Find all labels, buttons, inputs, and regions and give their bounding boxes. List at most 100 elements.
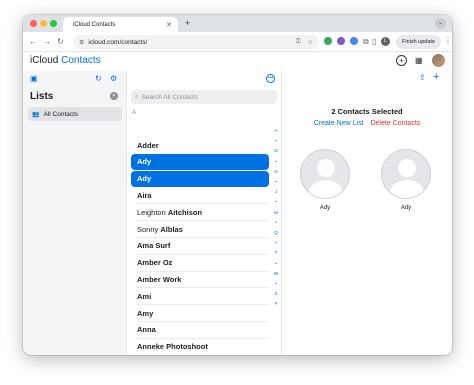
people-icon: 👥 xyxy=(32,111,40,118)
contact-first-name: Adder xyxy=(137,140,159,150)
selected-contact-card[interactable]: Ady xyxy=(299,149,351,211)
contact-last-name: Aitchison xyxy=(167,207,203,217)
site-info-icon[interactable]: ⚙ xyxy=(79,39,84,46)
search-field[interactable]: ⌕ xyxy=(131,90,277,104)
browser-window: iCloud Contacts ✕ + ⌄ ← → ↻ ⚙ icloud.com… xyxy=(23,15,452,355)
zoom-window-button[interactable] xyxy=(50,20,57,27)
delete-contacts-link[interactable]: Delete Contacts xyxy=(370,120,420,127)
contact-last-name: Alblas xyxy=(160,224,183,234)
lists-options-icon[interactable]: ✕ xyxy=(110,92,118,100)
alphabet-index-letter[interactable]: • xyxy=(272,220,280,225)
icloud-header: iCloud Contacts + ▦ xyxy=(23,52,452,71)
browser-toolbar: ← → ↻ ⚙ icloud.com/contacts/ ⚿ ☆ ⧉ ▯ L F… xyxy=(23,32,452,52)
section-header: A xyxy=(132,109,137,116)
side-panel-icon[interactable]: ▯ xyxy=(372,36,376,47)
alphabet-index-letter[interactable]: • xyxy=(272,261,280,266)
lists-sidebar: ▣ ↻ ⚙ Lists ✕ 👥 All Contacts xyxy=(23,71,127,355)
back-icon[interactable]: ← xyxy=(29,36,37,47)
sidebar-toggle-icon[interactable]: ▣ xyxy=(30,74,38,83)
contact-first-name: Amber Work xyxy=(137,274,182,284)
search-input[interactable] xyxy=(141,93,272,101)
contact-first-name: Aira xyxy=(137,190,152,200)
extensions-puzzle-icon[interactable]: ⧉ xyxy=(363,36,369,47)
alphabet-index-letter[interactable]: • xyxy=(272,138,280,143)
contact-row[interactable]: Adder xyxy=(131,137,269,153)
tab-close-icon[interactable]: ✕ xyxy=(166,21,172,29)
contact-card-name: Ady xyxy=(400,205,412,211)
app-add-icon[interactable]: + xyxy=(396,55,407,66)
contact-first-name: Ady xyxy=(137,174,152,184)
bookmark-star-icon[interactable]: ☆ xyxy=(308,39,313,46)
alphabet-index-letter[interactable]: • xyxy=(272,159,280,164)
tab-title: iCloud Contacts xyxy=(73,21,116,28)
refresh-icon[interactable]: ↻ xyxy=(95,74,102,83)
more-options-icon[interactable]: ••• xyxy=(266,74,275,83)
contact-row[interactable]: Sonny Alblas xyxy=(131,221,269,237)
alphabet-index-letter[interactable]: M xyxy=(272,210,280,215)
extension-purple-icon[interactable] xyxy=(337,37,345,45)
reload-icon[interactable]: ↻ xyxy=(57,36,64,47)
contact-row[interactable]: Anneke Photoshoot xyxy=(131,339,269,355)
contact-row[interactable]: Amber Oz xyxy=(131,255,269,271)
share-icon[interactable]: ⇪ xyxy=(419,73,426,82)
contact-row[interactable]: Ami xyxy=(131,288,269,304)
forward-icon[interactable]: → xyxy=(43,36,51,47)
alphabet-index-letter[interactable]: G xyxy=(272,169,280,174)
selected-contact-card[interactable]: Ady xyxy=(380,149,432,211)
alphabet-index-letter[interactable]: • xyxy=(272,179,280,184)
new-tab-button[interactable]: + xyxy=(185,18,190,28)
alphabet-index-letter[interactable]: D xyxy=(272,148,280,153)
contact-row[interactable]: Anna xyxy=(131,322,269,338)
alphabet-index-letter[interactable]: # xyxy=(272,301,280,306)
browser-menu-icon[interactable]: ⋮ xyxy=(444,36,452,45)
brand-contacts-text: Contacts xyxy=(61,55,101,66)
contact-first-name: Amber Oz xyxy=(137,258,173,268)
alphabet-index-letter[interactable]: • xyxy=(272,281,280,286)
create-new-list-link[interactable]: Create New List xyxy=(314,120,364,127)
contact-row[interactable]: Amber Work xyxy=(131,271,269,287)
account-avatar[interactable] xyxy=(432,54,445,67)
contact-first-name: Anna xyxy=(137,325,156,335)
settings-icon[interactable]: ⚙ xyxy=(110,74,117,83)
brand-icloud-text: iCloud xyxy=(30,55,59,66)
sidebar-item-label: All Contacts xyxy=(43,110,79,118)
contact-row[interactable]: Ady xyxy=(131,153,269,170)
add-contact-icon[interactable]: + xyxy=(433,71,439,83)
alphabet-index-letter[interactable]: W xyxy=(272,271,280,276)
finish-update-button[interactable]: Finish update xyxy=(396,35,441,49)
sidebar-item-all-contacts[interactable]: 👥 All Contacts xyxy=(28,107,122,121)
close-window-button[interactable] xyxy=(30,20,37,27)
selection-title: 2 Contacts Selected xyxy=(331,107,403,116)
alphabet-index-letter[interactable]: • xyxy=(272,199,280,204)
extension-green-icon[interactable] xyxy=(324,37,332,45)
contact-first-name: Anneke Photoshoot xyxy=(137,342,208,352)
contact-row[interactable]: Amy xyxy=(131,305,269,321)
browser-tab[interactable]: iCloud Contacts ✕ xyxy=(63,17,178,32)
alphabet-index-letter[interactable]: Q xyxy=(272,230,280,235)
app-launcher-icon[interactable]: ▦ xyxy=(415,56,423,65)
alphabet-index-letter[interactable]: • xyxy=(272,240,280,245)
contact-first-name: Ady xyxy=(137,157,152,167)
icloud-brand[interactable]: iCloud Contacts xyxy=(30,55,101,66)
extension-blue-icon[interactable] xyxy=(350,37,358,45)
contact-row[interactable]: Leighton Aitchison xyxy=(131,204,269,220)
contacts-list-panel: ••• ⌕ A AdderAdyAdyAiraLeighton Aitchiso… xyxy=(127,71,282,355)
alphabet-index-letter[interactable]: J xyxy=(272,189,280,194)
alphabet-index-letter[interactable]: A xyxy=(272,128,280,133)
contact-row[interactable]: Aira xyxy=(131,187,269,203)
contact-first-name: Amy xyxy=(137,308,154,318)
profile-avatar[interactable]: L xyxy=(381,37,390,46)
search-icon: ⌕ xyxy=(135,93,139,100)
contact-first-name: Ama Surf xyxy=(137,241,171,251)
tab-bar: iCloud Contacts ✕ + ⌄ xyxy=(23,15,452,32)
contact-avatar xyxy=(381,149,431,199)
detail-panel: ⇪ + 2 Contacts Selected Create New List … xyxy=(282,71,452,355)
address-bar[interactable]: ⚙ icloud.com/contacts/ ⚿ ☆ xyxy=(73,35,319,49)
contact-row[interactable]: Ady xyxy=(131,170,269,187)
alphabet-index-letter[interactable]: T xyxy=(272,250,280,255)
minimize-window-button[interactable] xyxy=(40,20,47,27)
alphabet-index-letter[interactable]: Z xyxy=(272,291,280,296)
contact-row[interactable]: Ama Surf xyxy=(131,238,269,254)
password-key-icon[interactable]: ⚿ xyxy=(296,39,301,46)
tab-search-icon[interactable]: ⌄ xyxy=(435,18,446,29)
